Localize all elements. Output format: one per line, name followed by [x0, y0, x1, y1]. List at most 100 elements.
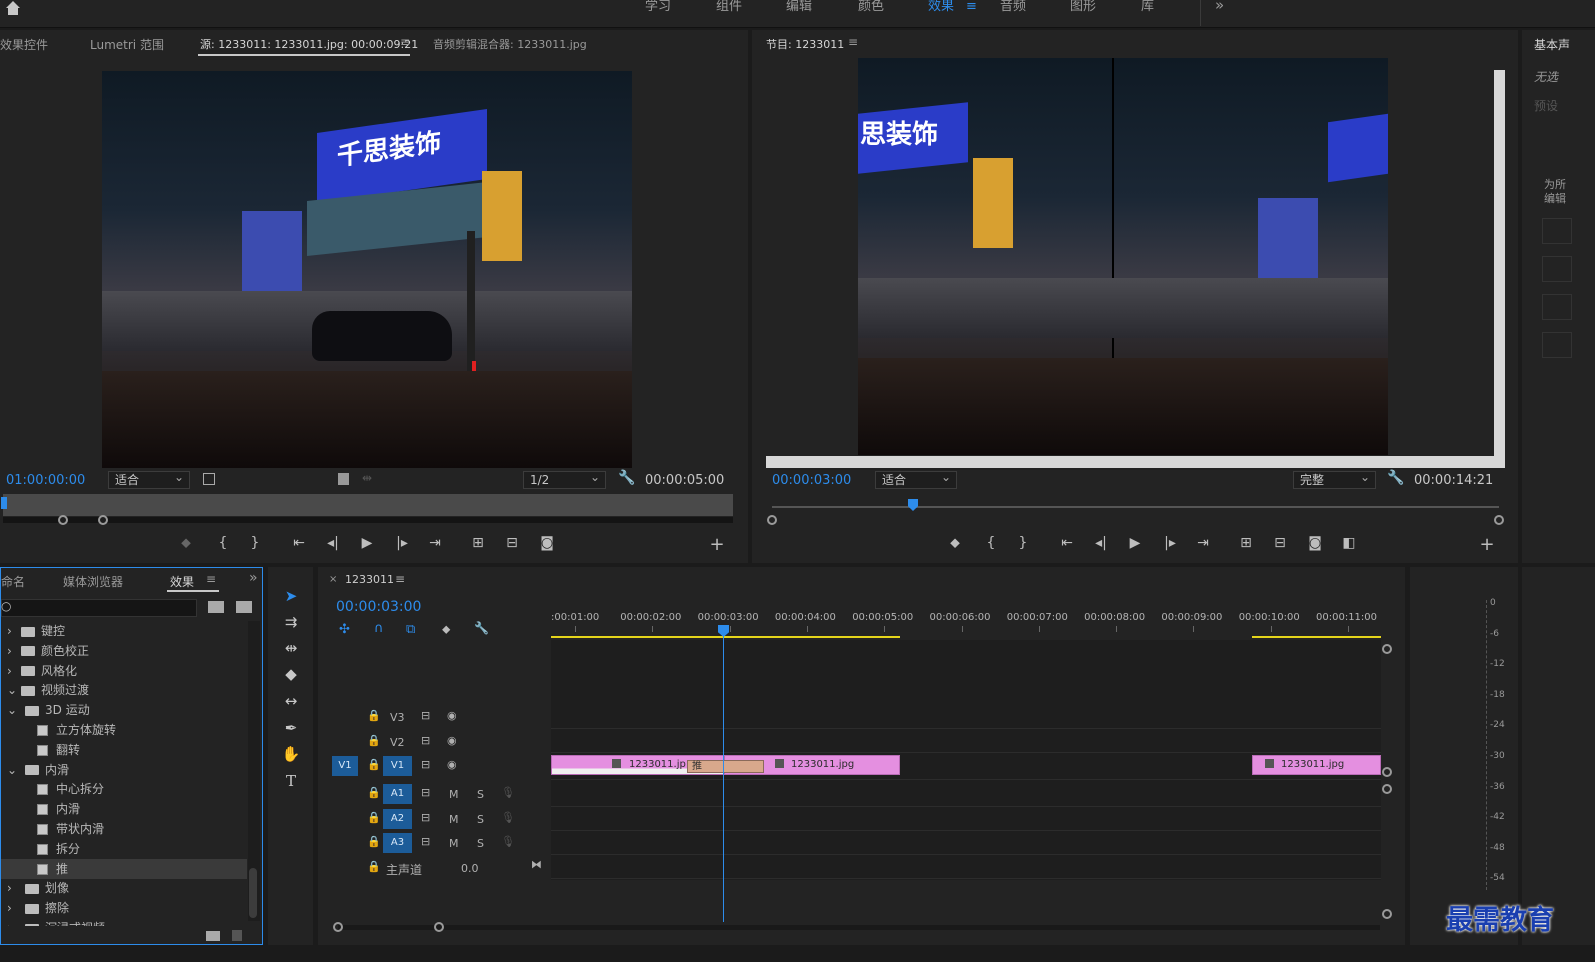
master-volume-value[interactable]: 0.0	[461, 862, 479, 875]
workspace-library[interactable]: 库	[1141, 0, 1154, 14]
source-patch-v1[interactable]: V1	[332, 756, 358, 776]
a1-sync-icon[interactable]: ⊟	[421, 786, 430, 799]
workspace-learn[interactable]: 学习	[645, 0, 671, 14]
timeline-timecode[interactable]: 00:00:03:00	[336, 599, 421, 615]
program-go-to-out-icon[interactable]: ⇥	[1193, 534, 1213, 552]
program-menu-icon[interactable]: ≡	[848, 35, 858, 49]
program-zoom-handle-right[interactable]	[1494, 515, 1504, 525]
timeline-hscroll-handle-left[interactable]	[333, 922, 343, 932]
play-icon[interactable]: ▶	[357, 534, 377, 552]
v3-eye-icon[interactable]: ◉	[447, 709, 457, 722]
v2-sync-icon[interactable]: ⊟	[421, 734, 430, 747]
workspace-audio[interactable]: 音频	[1000, 0, 1026, 14]
workspace-edit[interactable]: 编辑	[786, 0, 812, 14]
new-bin-icon[interactable]	[208, 601, 224, 613]
lift-icon[interactable]: ⊞	[1236, 534, 1256, 552]
insert-icon[interactable]: ⊞	[468, 534, 488, 552]
tab-effects[interactable]: 效果	[170, 573, 194, 590]
insert-frame-icon[interactable]	[338, 473, 349, 485]
program-step-forward-icon[interactable]: |▸	[1160, 534, 1180, 552]
v3-lock-icon[interactable]: 🔒	[367, 709, 381, 722]
v1-sync-icon[interactable]: ⊟	[421, 758, 430, 771]
effects-menu-icon[interactable]: ≡	[206, 572, 216, 586]
timeline-hscroll-handle-right[interactable]	[434, 922, 444, 932]
timeline-settings-icon[interactable]: 🔧	[474, 621, 489, 635]
tab-project[interactable]: 命名	[1, 573, 25, 590]
effects-search-input[interactable]	[1, 599, 197, 617]
linked-selection-icon[interactable]: ⧉	[406, 622, 415, 637]
effects-more-icon[interactable]: »	[249, 570, 258, 586]
step-back-icon[interactable]: ◂|	[323, 534, 343, 552]
tab-audio-clip-mixer[interactable]: 音频剪辑混合器: 1233011.jpg	[433, 36, 587, 52]
master-go-to-end-icon[interactable]: ⧓	[531, 858, 542, 871]
v3-sync-icon[interactable]: ⊟	[421, 709, 430, 722]
program-play-icon[interactable]: ▶	[1125, 534, 1145, 552]
program-step-back-icon[interactable]: ◂|	[1091, 534, 1111, 552]
program-title[interactable]: 节目: 1233011	[766, 36, 844, 52]
program-mark-in-icon[interactable]: {	[981, 534, 1001, 552]
workspace-effects[interactable]: 效果	[928, 0, 954, 14]
source-scrub-bar[interactable]	[3, 494, 733, 516]
accelerated-effects-icon[interactable]	[236, 601, 252, 613]
workspace-graphics[interactable]: 图形	[1070, 0, 1096, 14]
a1-mic-icon[interactable]: 🎙	[501, 786, 515, 799]
effects-tree-item[interactable]: 拆分	[1, 839, 247, 859]
chevron-right-icon[interactable]: ›	[7, 661, 21, 681]
effects-tree-item[interactable]: › 擦除	[1, 898, 247, 918]
program-button-editor-icon[interactable]: +	[1477, 536, 1497, 554]
program-scrub-bar[interactable]	[772, 506, 1499, 508]
effects-tree-item[interactable]: 立方体旋转	[1, 720, 247, 740]
more-workspaces-icon[interactable]: »	[1215, 0, 1224, 13]
a3-target[interactable]: A3	[383, 833, 412, 853]
selection-tool-icon[interactable]: ➤	[281, 586, 301, 606]
workspace-menu-icon[interactable]: ≡	[966, 0, 977, 14]
transition-push[interactable]: 推	[687, 760, 764, 773]
v1-lock-icon[interactable]: 🔒	[367, 758, 381, 771]
new-custom-bin-icon[interactable]	[206, 931, 220, 941]
source-fit-dropdown[interactable]: 适合	[108, 469, 190, 489]
program-timecode[interactable]: 00:00:03:00	[772, 473, 851, 488]
effects-tree-item[interactable]: › 划像	[1, 878, 247, 898]
a1-lock-icon[interactable]: 🔒	[367, 786, 381, 799]
chevron-right-icon[interactable]: ›	[7, 621, 21, 641]
a3-lock-icon[interactable]: 🔒	[367, 835, 381, 848]
program-fit-dropdown[interactable]: 适合	[875, 469, 957, 489]
pen-tool-icon[interactable]: ✒	[281, 718, 301, 738]
chevron-right-icon[interactable]: ›	[7, 898, 23, 918]
effects-tree-item[interactable]: 推	[1, 858, 247, 879]
sequence-menu-icon[interactable]: ≡	[395, 572, 405, 586]
a3-sync-icon[interactable]: ⊟	[421, 835, 430, 848]
chevron-right-icon[interactable]: ›	[7, 878, 23, 898]
v3-label[interactable]: V3	[390, 711, 405, 724]
a3-solo[interactable]: S	[477, 837, 484, 850]
program-playhead[interactable]	[908, 499, 918, 511]
program-mark-out-icon[interactable]: }	[1013, 534, 1033, 552]
mark-out-icon[interactable]: }	[245, 534, 265, 552]
a1-target[interactable]: A1	[383, 784, 412, 804]
option-box-1[interactable]	[1542, 218, 1572, 244]
tab-menu-icon[interactable]: ≡	[400, 35, 410, 49]
effects-tree-item[interactable]: › 颜色校正	[1, 641, 247, 661]
effects-tree-item[interactable]: ⌄ 内滑	[1, 760, 247, 780]
home-icon[interactable]	[5, 0, 21, 16]
effects-tree-item[interactable]: 带状内滑	[1, 819, 247, 839]
type-tool-icon[interactable]: T	[281, 771, 301, 791]
tab-media-browser[interactable]: 媒体浏览器	[63, 573, 123, 590]
chevron-down-icon[interactable]: ⌄	[7, 700, 23, 720]
effects-tree-item[interactable]: › 沉浸式视频	[1, 918, 247, 926]
option-box-4[interactable]	[1542, 332, 1572, 358]
tab-lumetri-scopes[interactable]: Lumetri 范围	[90, 36, 164, 53]
program-add-marker-icon[interactable]: ⬥	[945, 534, 965, 552]
v2-eye-icon[interactable]: ◉	[447, 734, 457, 747]
effects-tree-item[interactable]: ⌄ 3D 运动	[1, 700, 247, 720]
overwrite-icon[interactable]: ⊟	[502, 534, 522, 552]
export-frame-icon[interactable]: ◙	[537, 534, 557, 552]
mark-in-icon[interactable]: {	[213, 534, 233, 552]
source-zoom-bar[interactable]	[3, 517, 733, 523]
a2-mic-icon[interactable]: 🎙	[501, 811, 515, 824]
effects-tree-item[interactable]: › 风格化	[1, 661, 247, 681]
a3-mute[interactable]: M	[449, 837, 459, 850]
a1-mute[interactable]: M	[449, 788, 459, 801]
effects-scroll-thumb[interactable]	[249, 868, 257, 918]
timeline-vscroll-mid-handle-1[interactable]	[1382, 767, 1392, 777]
